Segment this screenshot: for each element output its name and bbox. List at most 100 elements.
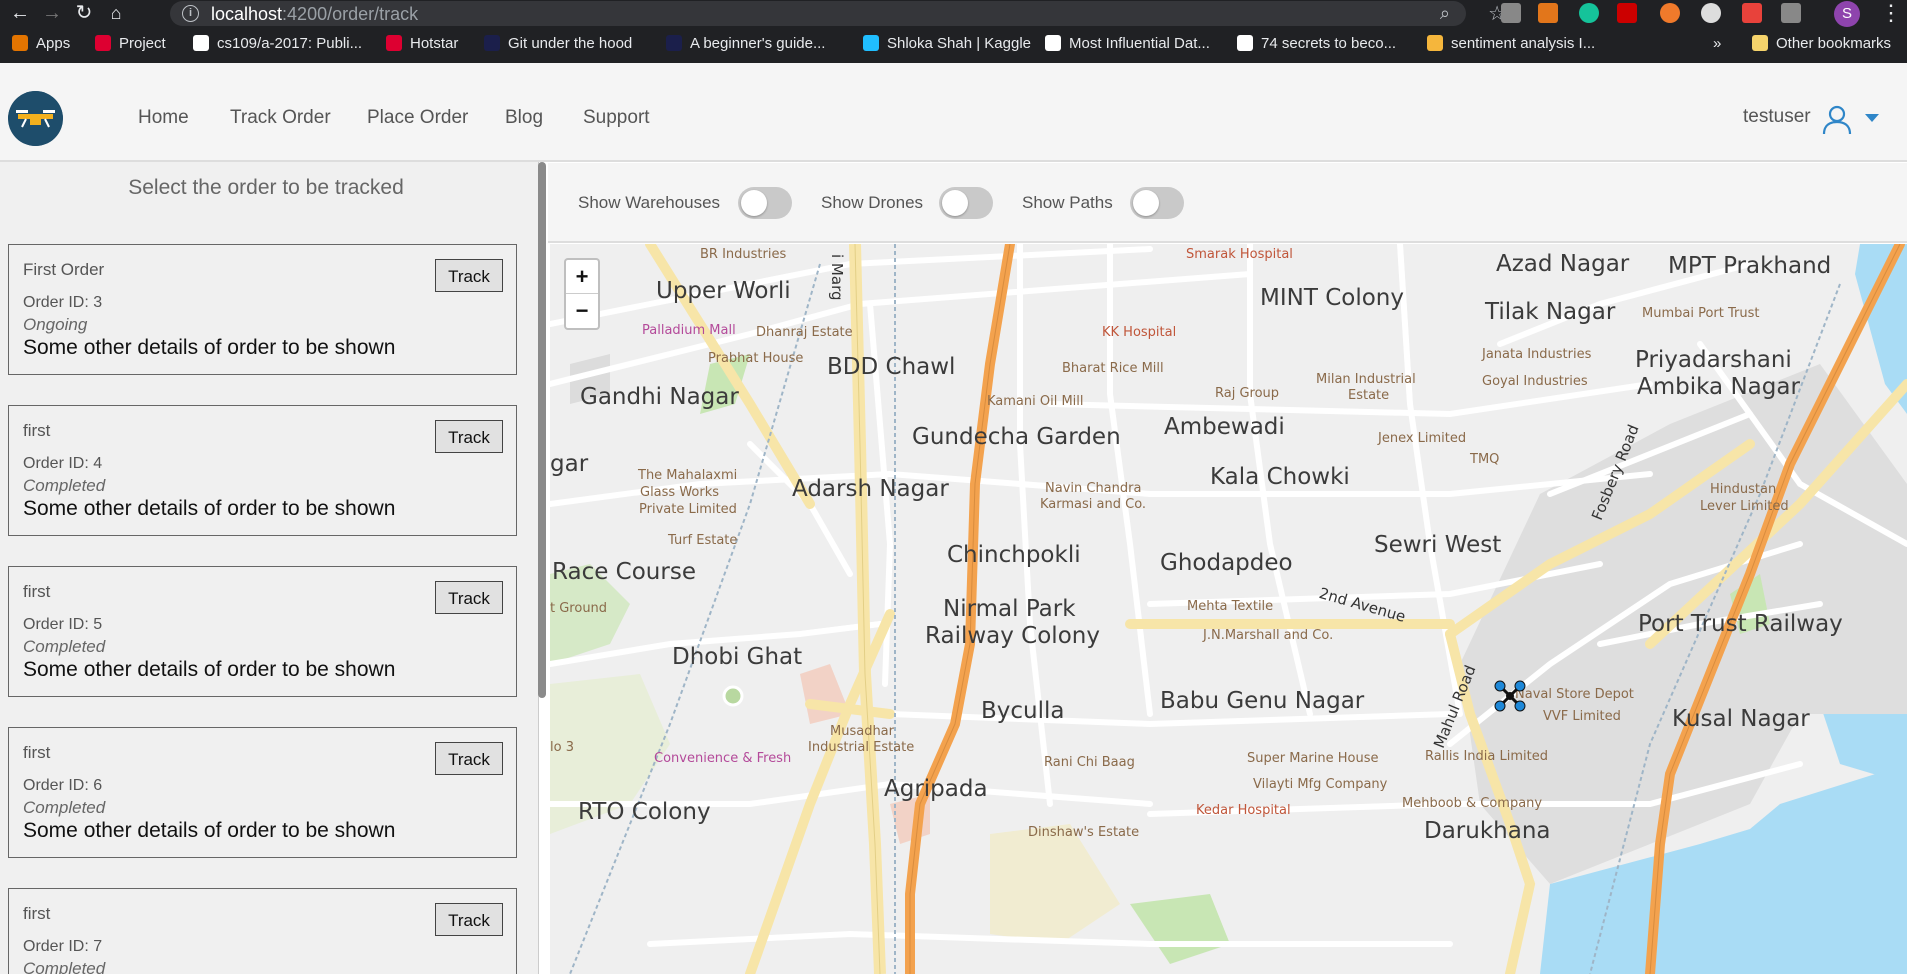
map-label: Port Trust Railway xyxy=(1638,611,1843,637)
bookmark-item[interactable]: cs109/a-2017: Publi... xyxy=(193,35,362,52)
bookmark-item[interactable]: Hotstar xyxy=(386,35,458,52)
address-bar[interactable]: i localhost:4200/order/track ⌕ ☆ xyxy=(170,1,1506,26)
map-label: Azad Nagar xyxy=(1496,251,1630,277)
map-poi: Musadhar xyxy=(830,724,894,739)
order-card: first Order ID: 5 Completed Some other deta… xyxy=(8,566,517,697)
extension-icon[interactable] xyxy=(1742,3,1762,23)
map-label: Nirmal Park xyxy=(943,596,1076,622)
home-icon[interactable]: ⌂ xyxy=(104,2,128,24)
extension-icon[interactable] xyxy=(1701,3,1721,23)
map-poi: Lever Limited xyxy=(1700,499,1789,514)
bookmarks-overflow[interactable]: » xyxy=(1713,35,1721,52)
map-poi: Kedar Hospital xyxy=(1196,803,1291,818)
track-button[interactable]: Track xyxy=(435,259,503,292)
order-id: Order ID: 5 xyxy=(23,616,103,633)
extension-icon[interactable] xyxy=(1501,3,1521,23)
map-poi: Naval Store Depot xyxy=(1515,687,1634,702)
map-poi: J.N.Marshall and Co. xyxy=(1203,628,1334,643)
track-button[interactable]: Track xyxy=(435,581,503,614)
grammarly-icon[interactable] xyxy=(1579,3,1599,23)
toggle-paths[interactable] xyxy=(1130,187,1184,219)
order-status: Completed xyxy=(23,798,106,817)
order-card: first Order ID: 6 Completed Some other deta… xyxy=(8,727,517,858)
bookmark-item[interactable]: Most Influential Dat... xyxy=(1045,35,1210,52)
forward-icon[interactable]: → xyxy=(40,2,64,24)
other-bookmarks[interactable]: Other bookmarks xyxy=(1752,35,1891,52)
bookmark-label: Shloka Shah | Kaggle xyxy=(887,35,1032,52)
bookmark-item[interactable]: Project xyxy=(95,35,166,52)
medium-icon xyxy=(1045,35,1061,51)
order-details: Some other details of order to be shown xyxy=(23,336,396,359)
map-view[interactable]: Upper Worli BDD Chawl Gandhi Nagar MINT … xyxy=(550,244,1907,974)
map-poi: Karmasi and Co. xyxy=(1040,497,1147,512)
map-label: gar xyxy=(550,451,589,477)
bookmark-item[interactable]: Git under the hood xyxy=(484,35,632,52)
extension-icon[interactable] xyxy=(1660,3,1680,23)
panel-scrollbar[interactable] xyxy=(538,162,546,698)
bookmark-item[interactable]: Shloka Shah | Kaggle xyxy=(863,35,1031,52)
map-label: Agripada xyxy=(884,776,988,802)
nav-place-order[interactable]: Place Order xyxy=(367,107,468,129)
profile-avatar[interactable]: S xyxy=(1834,1,1860,27)
username[interactable]: testuser xyxy=(1743,106,1811,128)
map-poi: Private Limited xyxy=(639,502,737,517)
bookmarks-bar: Apps Project cs109/a-2017: Publi... Hotstar… xyxy=(0,27,1907,63)
toggle-warehouses[interactable] xyxy=(738,187,792,219)
map-poi: Raj Group xyxy=(1215,386,1280,401)
zoom-icon[interactable]: ⌕ xyxy=(1440,3,1450,24)
map-poi: Jenex Limited xyxy=(1378,431,1467,446)
track-button[interactable]: Track xyxy=(435,742,503,775)
order-status: Completed xyxy=(23,476,106,495)
track-button[interactable]: Track xyxy=(435,420,503,453)
map-label: RTO Colony xyxy=(578,799,711,825)
map-label: Gandhi Nagar xyxy=(580,384,739,410)
nav-home[interactable]: Home xyxy=(138,107,189,129)
nav-support[interactable]: Support xyxy=(583,107,650,129)
bookmark-item[interactable]: Apps xyxy=(12,35,70,52)
metamask-icon[interactable] xyxy=(1538,3,1558,23)
angular-dark-icon xyxy=(484,35,500,51)
drone-logo[interactable] xyxy=(8,91,63,146)
bookmark-label: Hotstar xyxy=(410,35,459,52)
analytics-icon[interactable] xyxy=(1781,3,1801,23)
order-card: firstOrder ID: 7CompletedSome other deta… xyxy=(8,888,517,974)
map-label: Adarsh Nagar xyxy=(792,476,949,502)
toggle-drones[interactable] xyxy=(939,187,993,219)
order-id: Order ID: 3 xyxy=(23,294,103,311)
chevron-down-icon[interactable] xyxy=(1865,114,1879,122)
nav-track-order[interactable]: Track Order xyxy=(230,107,331,129)
bookmark-item[interactable]: sentiment analysis I... xyxy=(1427,35,1595,52)
order-details: Some other details of order to be shown xyxy=(23,658,396,681)
track-button[interactable]: Track xyxy=(435,903,503,936)
bookmark-item[interactable]: A beginner's guide... xyxy=(666,35,825,52)
map-poi: Hindustan xyxy=(1710,482,1777,497)
bookmark-label: A beginner's guide... xyxy=(690,35,826,52)
site-info-icon[interactable]: i xyxy=(182,5,199,22)
map-label: Dhobi Ghat xyxy=(672,644,803,670)
map-poi: Palladium Mall xyxy=(642,323,736,338)
order-id: Order ID: 7 xyxy=(23,938,103,955)
drone-marker-icon[interactable] xyxy=(1494,680,1526,712)
toggle-label-paths: Show Paths xyxy=(1022,193,1113,212)
nav-blog[interactable]: Blog xyxy=(505,107,543,129)
map-label: MPT Prakhand xyxy=(1668,253,1832,279)
map-poi: Mehboob & Company xyxy=(1402,796,1543,811)
pdf-icon[interactable] xyxy=(1617,3,1637,23)
order-card: first Order ID: 4 Completed Some other deta… xyxy=(8,405,517,536)
back-icon[interactable]: ← xyxy=(8,2,32,24)
angular-icon xyxy=(386,35,402,51)
zoom-in-button[interactable]: + xyxy=(566,260,598,294)
zoom-out-button[interactable]: − xyxy=(566,294,598,327)
reload-icon[interactable]: ↻ xyxy=(72,2,96,24)
map-poi: TMQ xyxy=(1470,452,1500,467)
map-poi: Dinshaw's Estate xyxy=(1028,825,1140,840)
order-list-panel: Select the order to be tracked First Ord… xyxy=(0,162,539,974)
map-poi: lo 3 xyxy=(550,740,574,755)
map-label: Darukhana xyxy=(1424,818,1551,844)
map-label: Tilak Nagar xyxy=(1485,299,1616,325)
browser-toolbar: ← → ↻ ⌂ i localhost:4200/order/track ⌕ ☆… xyxy=(0,0,1907,27)
user-icon[interactable] xyxy=(1821,103,1853,140)
more-menu-icon[interactable]: ⋮ xyxy=(1880,0,1902,26)
map-poi: Super Marine House xyxy=(1247,751,1379,766)
bookmark-item[interactable]: 74 secrets to beco... xyxy=(1237,35,1396,52)
